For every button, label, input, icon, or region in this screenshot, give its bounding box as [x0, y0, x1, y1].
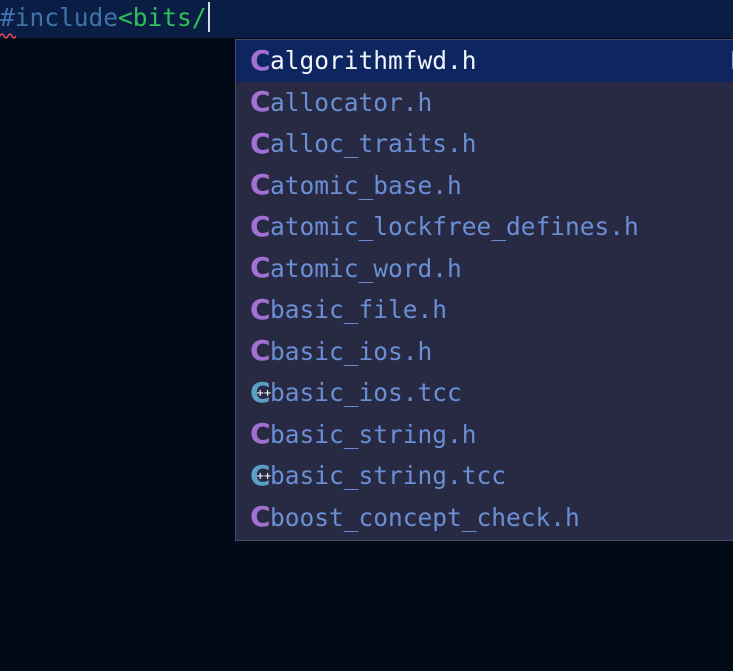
c-file-icon: C [250, 126, 271, 160]
suggestion-item[interactable]: Cbasic_file.h [236, 289, 733, 331]
suggestion-item[interactable]: Catomic_word.h [236, 248, 733, 290]
code-editor[interactable]: #include<bits/ Calgorithmfwd.h Callocator… [0, 0, 733, 671]
autocomplete-suggestion-list[interactable]: Calgorithmfwd.h Callocator.h Calloc_traits… [235, 39, 733, 541]
suggestion-label: basic_ios.h [270, 336, 433, 366]
current-code-line[interactable]: #include<bits/ [0, 0, 733, 38]
c-file-icon: C [250, 251, 271, 285]
suggestion-item[interactable]: Catomic_base.h [236, 165, 733, 207]
suggestion-label: alloc_traits.h [270, 129, 477, 159]
suggestion-item[interactable]: Calloc_traits.h [236, 123, 733, 165]
suggestion-label: atomic_lockfree_defines.h [270, 212, 639, 242]
c-file-icon: C [250, 168, 271, 202]
c-file-icon: C [250, 417, 271, 451]
c-file-icon: C [250, 209, 271, 243]
cpp-file-icon: C ++ [250, 458, 272, 492]
suggestion-item[interactable]: C ++ basic_string.tcc [236, 455, 733, 497]
suggestion-item[interactable]: Callocator.h [236, 82, 733, 124]
suggestion-item[interactable]: Catomic_lockfree_defines.h [236, 206, 733, 248]
cpp-file-icon: C ++ [250, 375, 272, 409]
c-file-icon: C [250, 500, 271, 534]
suggestion-label: algorithmfwd.h [270, 46, 477, 76]
suggestion-label: basic_string.tcc [270, 461, 507, 491]
suggestion-item[interactable]: Calgorithmfwd.h [236, 40, 733, 82]
include-path-typed: <bits/ [118, 3, 207, 32]
suggestion-label: atomic_base.h [270, 170, 462, 200]
suggestion-item[interactable]: Cbasic_ios.h [236, 331, 733, 373]
suggestion-label: basic_ios.tcc [270, 378, 462, 408]
c-file-icon: C [250, 292, 271, 326]
text-cursor [207, 2, 210, 32]
suggestion-label: boost_concept_check.h [270, 502, 580, 532]
error-squiggle-icon [0, 33, 16, 39]
suggestion-label: basic_file.h [270, 295, 448, 325]
suggestion-item[interactable]: C ++ basic_ios.tcc [236, 372, 733, 414]
suggestion-item[interactable]: Cboost_concept_check.h [236, 497, 733, 539]
c-file-icon: C [250, 43, 271, 77]
suggestion-item[interactable]: Cbasic_string.h [236, 414, 733, 456]
include-directive: #include [0, 3, 119, 32]
suggestion-label: allocator.h [270, 87, 433, 117]
suggestion-label: atomic_word.h [270, 253, 462, 283]
c-file-icon: C [250, 85, 271, 119]
suggestion-label: basic_string.h [270, 419, 477, 449]
c-file-icon: C [250, 334, 271, 368]
